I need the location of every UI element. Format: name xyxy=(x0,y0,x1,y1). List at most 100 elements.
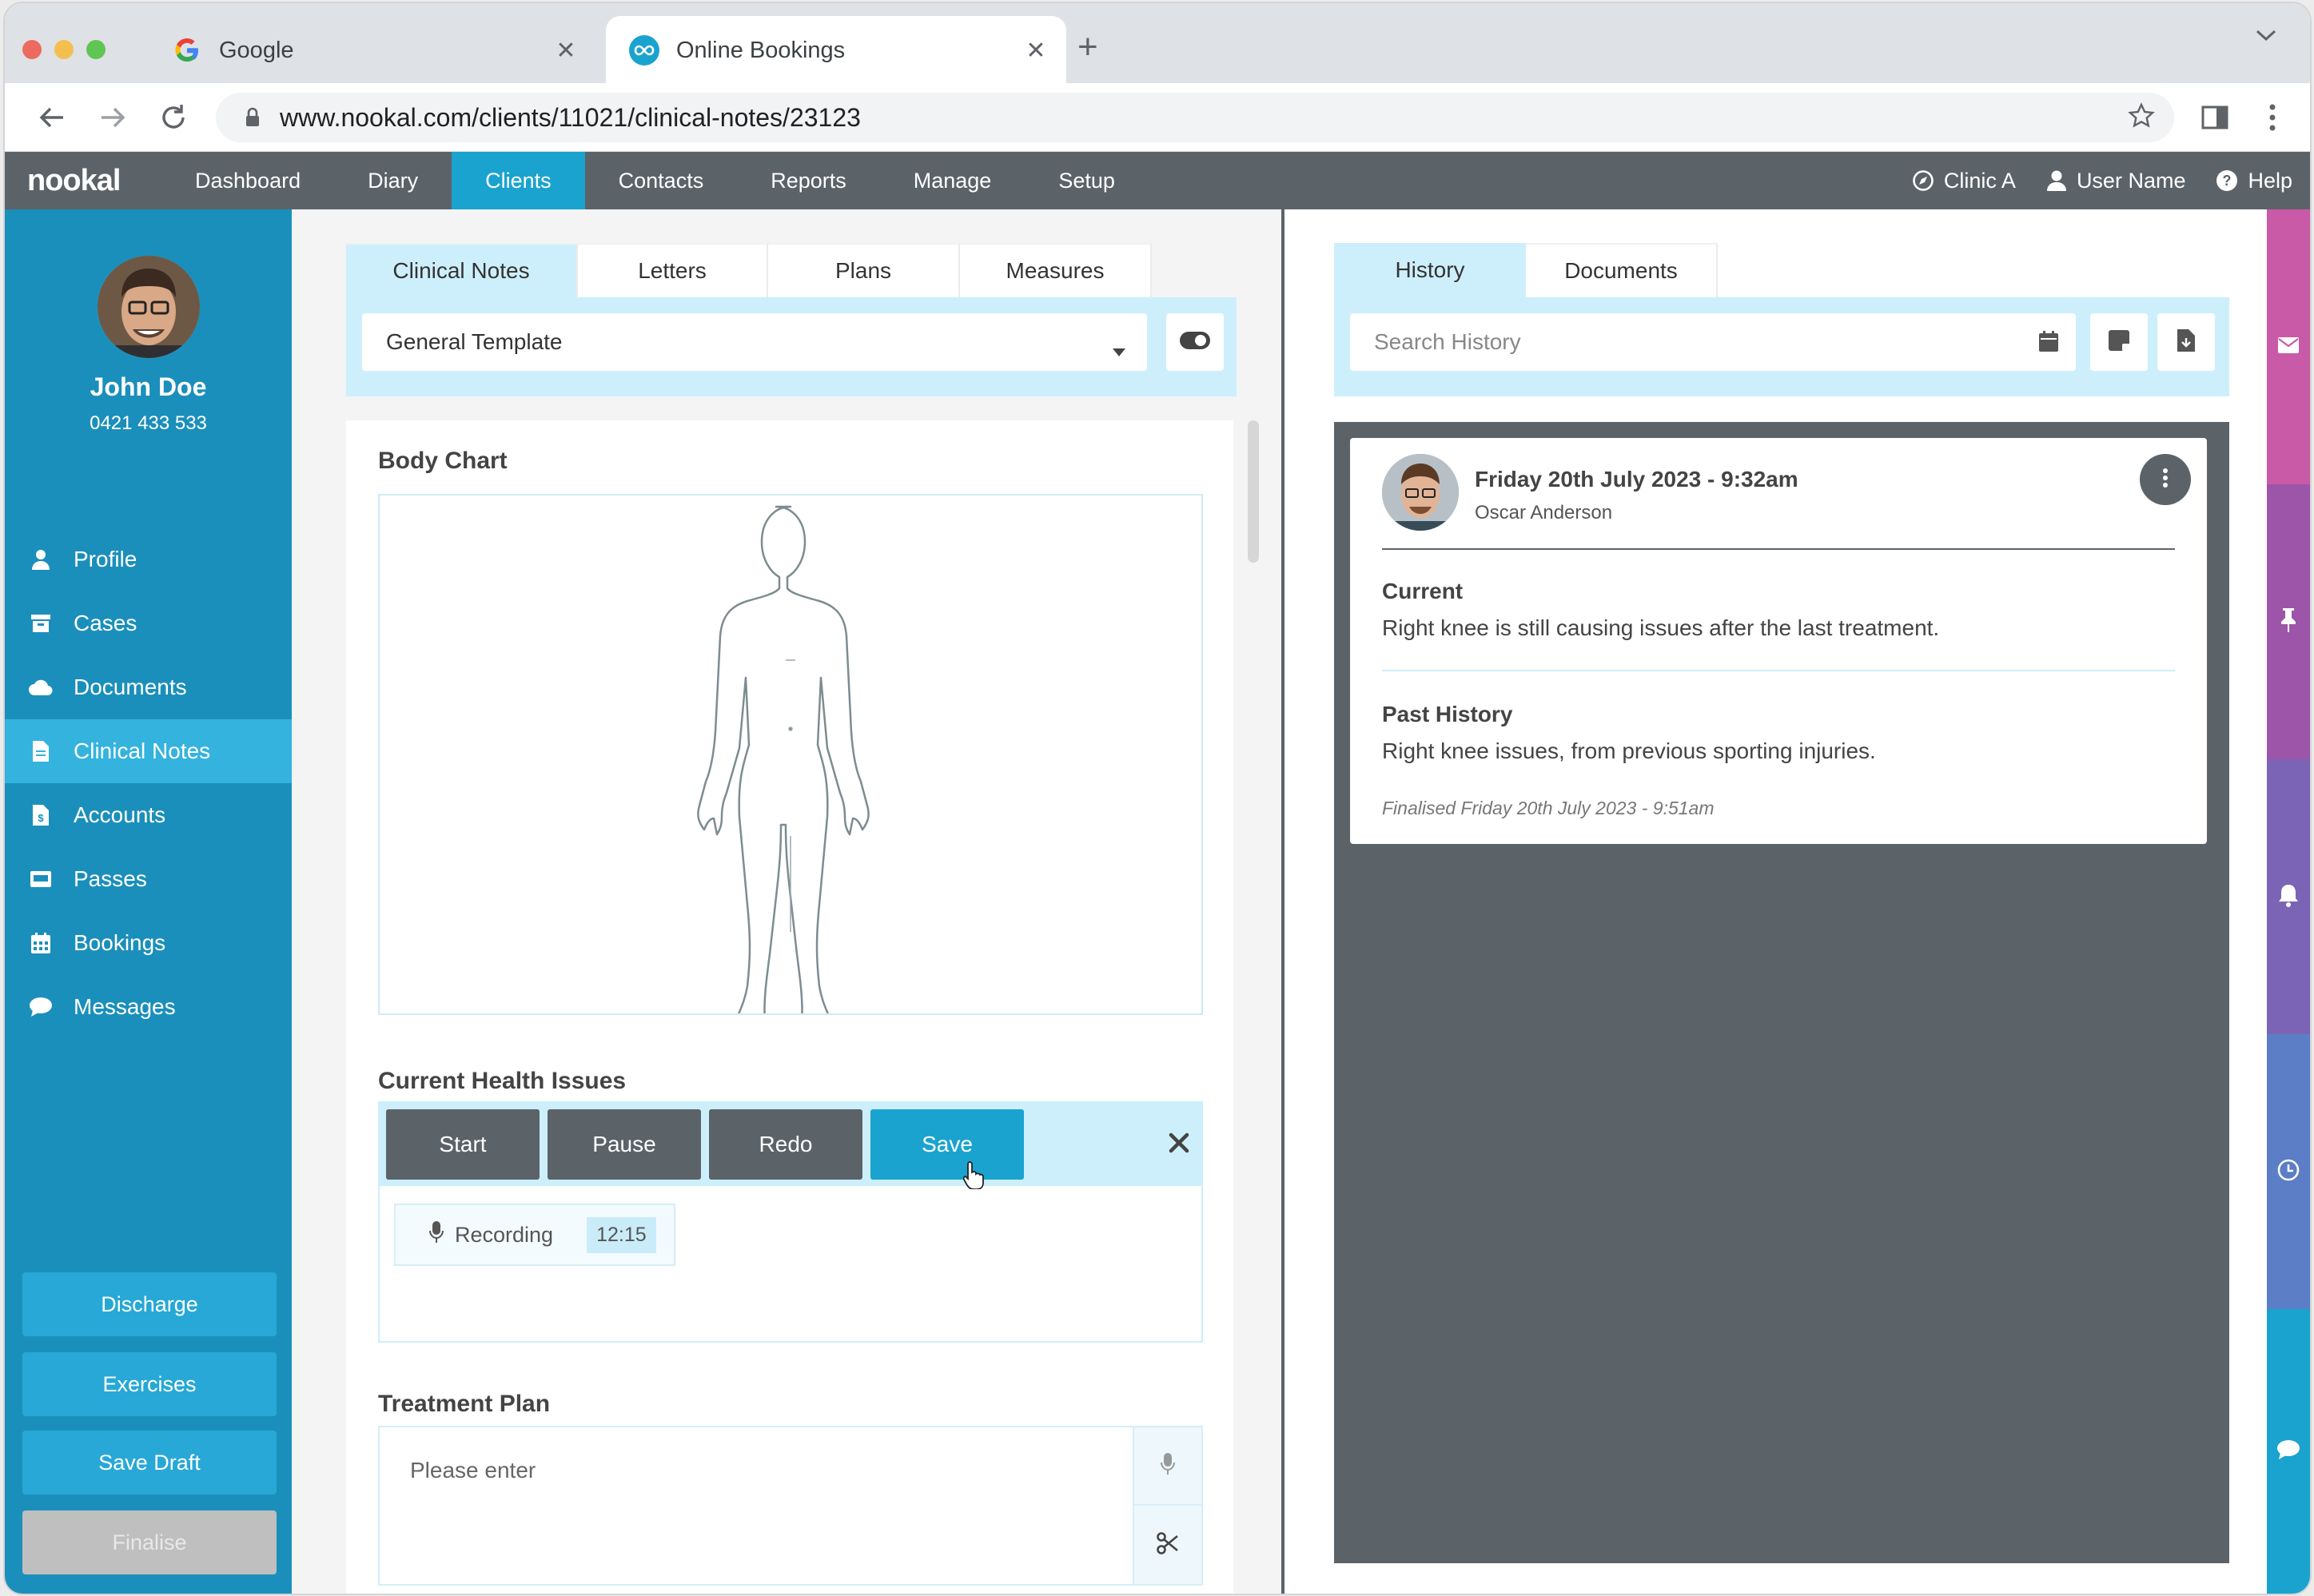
sidebar-item-cases[interactable]: Cases xyxy=(5,591,292,655)
new-tab-icon[interactable]: + xyxy=(1077,27,1098,67)
tab-measures[interactable]: Measures xyxy=(960,243,1152,297)
bookmark-star-icon[interactable] xyxy=(2128,101,2155,133)
tab-search-chevron-icon[interactable] xyxy=(2254,22,2278,50)
current-label: Current xyxy=(1382,579,1464,603)
notes-tabs: Clinical Notes Letters Plans Measures xyxy=(346,243,1152,297)
tab-plans[interactable]: Plans xyxy=(768,243,960,297)
sidebar-item-passes[interactable]: Passes xyxy=(5,847,292,911)
nav-clients[interactable]: Clients xyxy=(452,152,585,209)
tab-history[interactable]: History xyxy=(1334,243,1526,297)
save-draft-button[interactable]: Save Draft xyxy=(22,1431,277,1495)
microphone-icon xyxy=(429,1220,444,1249)
browser-menu-icon[interactable] xyxy=(2252,98,2292,137)
sidebar-item-clinical-notes[interactable]: Clinical Notes xyxy=(5,719,292,783)
redo-button[interactable]: Redo xyxy=(709,1109,862,1180)
archive-icon xyxy=(29,615,53,632)
more-vertical-icon xyxy=(2162,468,2169,492)
treatment-plan-field[interactable]: Please enter xyxy=(378,1426,1203,1586)
pins-strip-button[interactable] xyxy=(2267,484,2310,759)
current-text: Right knee is still causing issues after… xyxy=(1382,615,1940,640)
history-search-bar: Search History xyxy=(1334,297,2229,396)
microphone-icon xyxy=(1161,1452,1175,1479)
snippet-button[interactable] xyxy=(1134,1506,1201,1584)
history-entry[interactable]: Friday 20th July 2023 - 9:32am Oscar And… xyxy=(1350,438,2207,844)
close-tab-icon[interactable]: ✕ xyxy=(550,37,582,65)
maximize-window-button[interactable] xyxy=(86,40,106,59)
entry-menu-button[interactable] xyxy=(2140,454,2191,505)
add-note-button[interactable] xyxy=(2090,313,2148,371)
calendar-icon[interactable] xyxy=(2039,331,2058,357)
nav-diary[interactable]: Diary xyxy=(334,152,452,209)
compass-icon xyxy=(1913,170,1934,191)
pause-button[interactable]: Pause xyxy=(548,1109,701,1180)
nav-contacts[interactable]: Contacts xyxy=(585,152,738,209)
recording-label: Recording xyxy=(455,1222,554,1247)
close-recorder-icon[interactable] xyxy=(1168,1132,1190,1158)
tab-documents[interactable]: Documents xyxy=(1526,243,1718,297)
close-window-button[interactable] xyxy=(22,40,42,59)
nav-manage[interactable]: Manage xyxy=(880,152,1026,209)
save-button[interactable]: Save xyxy=(870,1109,1024,1180)
side-panel-icon[interactable] xyxy=(2195,98,2235,137)
alerts-strip-button[interactable] xyxy=(2267,759,2310,1034)
sidebar-item-label: Profile xyxy=(74,547,137,571)
help-label: Help xyxy=(2248,168,2292,193)
sidebar-item-profile[interactable]: Profile xyxy=(5,527,292,591)
sidebar-item-label: Cases xyxy=(74,611,137,635)
sidebar-item-accounts[interactable]: $ Accounts xyxy=(5,783,292,847)
file-download-icon xyxy=(2177,328,2195,356)
browser-tab-online-bookings[interactable]: Online Bookings ✕ xyxy=(606,16,1066,85)
body-chart[interactable] xyxy=(378,494,1203,1037)
discharge-button[interactable]: Discharge xyxy=(22,1272,277,1336)
address-bar[interactable]: www.nookal.com/clients/11021/clinical-no… xyxy=(216,93,2174,142)
finalise-button[interactable]: Finalise xyxy=(22,1510,277,1574)
nav-setup[interactable]: Setup xyxy=(1025,152,1149,209)
sidebar-item-bookings[interactable]: Bookings xyxy=(5,911,292,975)
google-icon xyxy=(171,34,203,66)
nav-reports[interactable]: Reports xyxy=(737,152,880,209)
sidebar-item-messages[interactable]: Messages xyxy=(5,975,292,1039)
nav-dashboard[interactable]: Dashboard xyxy=(161,152,334,209)
chat-strip-button[interactable] xyxy=(2267,1309,2310,1594)
messages-strip-button[interactable] xyxy=(2267,209,2310,484)
export-button[interactable] xyxy=(2157,313,2215,371)
past-history-label: Past History xyxy=(1382,702,1513,726)
help-link[interactable]: ? Help xyxy=(2216,169,2292,193)
minimize-window-button[interactable] xyxy=(54,40,74,59)
dictate-button[interactable] xyxy=(1134,1427,1201,1506)
tab-clinical-notes[interactable]: Clinical Notes xyxy=(346,243,578,297)
forward-arrow-icon[interactable] xyxy=(93,98,133,137)
recording-timer: 12:15 xyxy=(587,1216,656,1253)
sidebar-item-label: Messages xyxy=(74,994,176,1019)
user-menu[interactable]: User Name xyxy=(2046,169,2185,193)
chat-icon xyxy=(29,997,53,1017)
finalised-text: Finalised Friday 20th July 2023 - 9:51am xyxy=(1382,798,1715,818)
user-icon xyxy=(2046,170,2066,191)
exercises-button[interactable]: Exercises xyxy=(22,1352,277,1416)
invoice-icon: $ xyxy=(29,805,53,826)
recording-status: Recording 12:15 xyxy=(394,1204,675,1266)
back-arrow-icon[interactable] xyxy=(32,98,72,137)
search-history-input[interactable]: Search History xyxy=(1350,313,2076,371)
notes-scrollbar[interactable] xyxy=(1248,420,1259,563)
nookal-logo[interactable]: nookal xyxy=(5,164,161,198)
search-placeholder: Search History xyxy=(1374,329,1521,354)
start-button[interactable]: Start xyxy=(386,1109,540,1180)
scissors-icon xyxy=(1156,1531,1180,1559)
notes-form-card: Body Chart Current Health Issues Start P… xyxy=(346,420,1233,1594)
recent-strip-button[interactable] xyxy=(2267,1034,2310,1309)
caret-down-icon xyxy=(1112,337,1126,363)
reload-icon[interactable] xyxy=(153,98,193,137)
toggle-button[interactable] xyxy=(1166,313,1224,371)
clinic-selector[interactable]: Clinic A xyxy=(1912,169,2016,193)
sidebar-item-documents[interactable]: Documents xyxy=(5,655,292,719)
author-avatar xyxy=(1382,454,1459,531)
close-tab-icon[interactable]: ✕ xyxy=(1020,37,1052,65)
browser-tab-google[interactable]: Google ✕ xyxy=(149,16,596,85)
browser-toolbar: www.nookal.com/clients/11021/clinical-no… xyxy=(5,83,2310,152)
template-select[interactable]: General Template xyxy=(362,313,1147,371)
client-phone: 0421 433 533 xyxy=(90,412,207,434)
chat-icon xyxy=(2277,1439,2300,1463)
recording-area: Recording 12:15 xyxy=(378,1186,1203,1343)
tab-letters[interactable]: Letters xyxy=(578,243,768,297)
